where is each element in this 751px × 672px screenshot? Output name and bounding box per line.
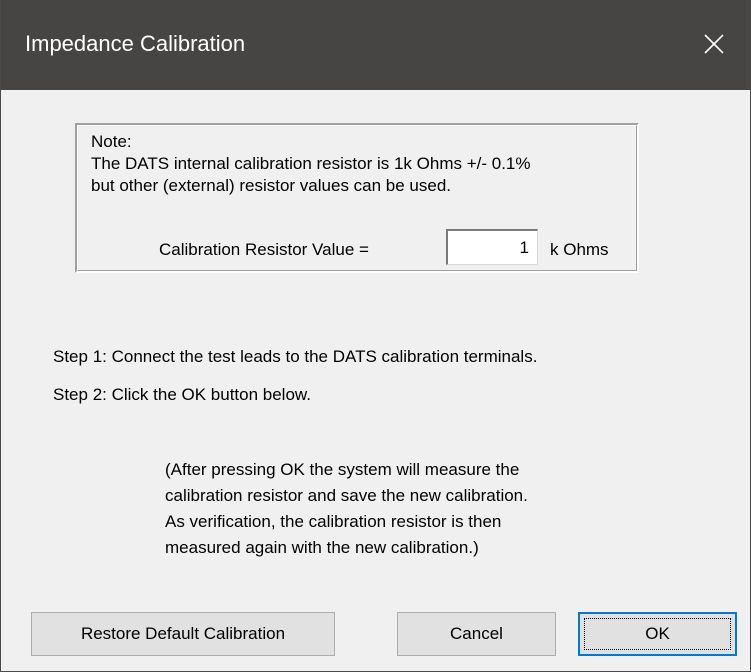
calibration-resistor-label: Calibration Resistor Value = [159, 240, 369, 259]
info-text: (After pressing OK the system will measu… [165, 457, 528, 561]
ok-button-label: OK [645, 624, 670, 643]
step-2-text: Step 2: Click the OK button below. [53, 385, 311, 404]
title-bar[interactable]: Impedance Calibration [1, 0, 750, 90]
calibration-resistor-input[interactable] [446, 229, 538, 265]
close-icon [704, 34, 724, 54]
calibration-resistor-unit: k Ohms [550, 240, 609, 259]
impedance-calibration-dialog: Impedance Calibration Note: The DATS int… [0, 0, 751, 672]
note-heading: Note: [91, 132, 132, 151]
close-button[interactable] [676, 0, 750, 90]
window-title: Impedance Calibration [25, 31, 246, 56]
info-line-2: calibration resistor and save the new ca… [165, 486, 528, 505]
cancel-button[interactable]: Cancel [397, 612, 556, 656]
note-text: Note: The DATS internal calibration resi… [91, 131, 531, 197]
note-group-box: Note: The DATS internal calibration resi… [75, 123, 639, 273]
ok-button[interactable]: OK [578, 612, 737, 656]
info-line-4: measured again with the new calibration.… [165, 538, 479, 557]
note-line-1: The DATS internal calibration resistor i… [91, 154, 531, 173]
info-line-3: As verification, the calibration resisto… [165, 512, 502, 531]
step-1-text: Step 1: Connect the test leads to the DA… [53, 347, 538, 366]
info-line-1: (After pressing OK the system will measu… [165, 460, 520, 479]
restore-default-calibration-button[interactable]: Restore Default Calibration [31, 612, 335, 656]
note-line-2: but other (external) resistor values can… [91, 176, 452, 195]
